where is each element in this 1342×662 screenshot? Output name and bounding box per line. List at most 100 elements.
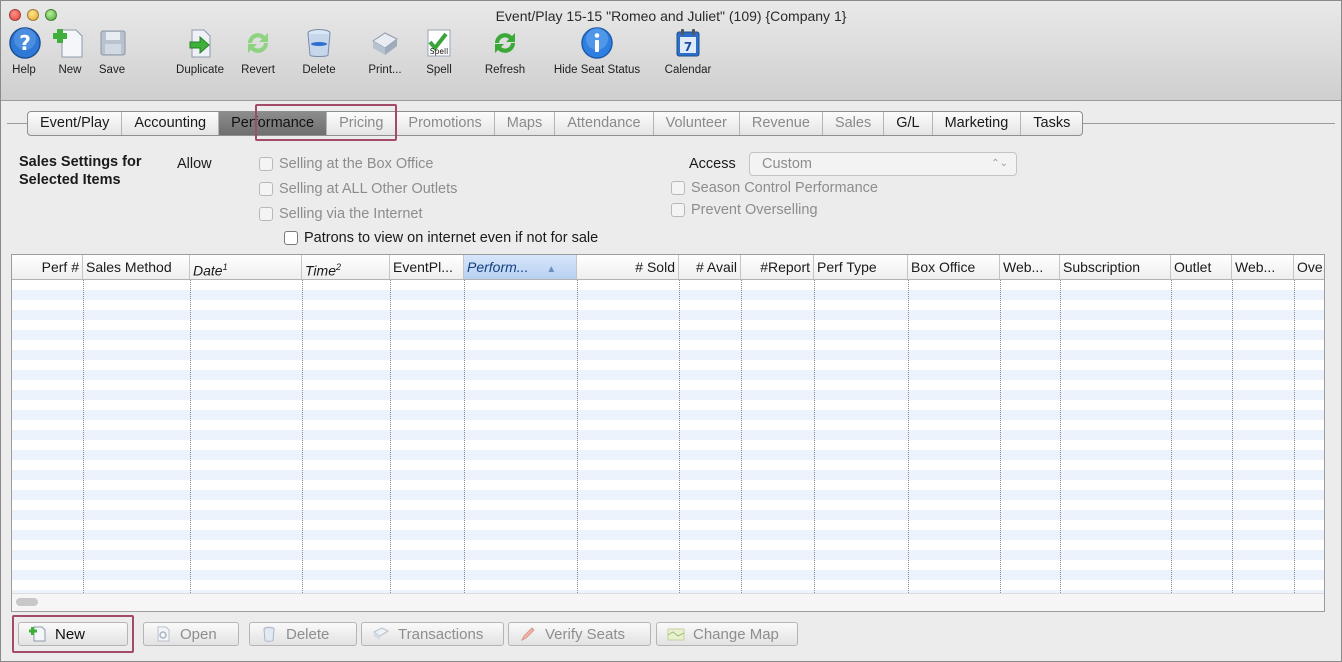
spellcheck-icon: Spell bbox=[427, 29, 451, 57]
col-sold[interactable]: # Sold bbox=[577, 255, 679, 279]
col-date[interactable]: Date1 bbox=[190, 255, 302, 279]
col-time-label: Time bbox=[305, 262, 336, 279]
tab-gl[interactable]: G/L bbox=[884, 112, 933, 135]
tab-tasks[interactable]: Tasks bbox=[1021, 112, 1082, 135]
delete-icon bbox=[263, 626, 275, 642]
calendar-badge: 7 bbox=[684, 40, 692, 54]
allow-label: Allow bbox=[177, 156, 212, 172]
checkbox-label: Selling at the Box Office bbox=[279, 156, 434, 172]
calendar-toolbar-button[interactable]: 7 Calendar bbox=[659, 25, 717, 76]
col-perf-type[interactable]: Perf Type bbox=[814, 255, 908, 279]
col-report[interactable]: #Report bbox=[741, 255, 814, 279]
col-date-sup: 1 bbox=[222, 262, 228, 272]
tab-volunteer[interactable]: Volunteer bbox=[654, 112, 740, 135]
prevent-overselling-checkbox[interactable]: Prevent Overselling bbox=[671, 202, 818, 218]
column-divider bbox=[679, 280, 680, 593]
tab-event-play[interactable]: Event/Play bbox=[28, 112, 123, 135]
col-avail[interactable]: # Avail bbox=[679, 255, 741, 279]
table-body[interactable] bbox=[12, 280, 1324, 611]
col-time[interactable]: Time2 bbox=[302, 255, 390, 279]
svg-text:?: ? bbox=[19, 31, 31, 55]
tab-attendance[interactable]: Attendance bbox=[555, 112, 654, 135]
selling-other-outlets-checkbox[interactable]: Selling at ALL Other Outlets bbox=[259, 181, 457, 197]
print-toolbar-button[interactable]: Print... bbox=[365, 25, 405, 76]
transactions-icon bbox=[373, 627, 390, 640]
tab-revenue[interactable]: Revenue bbox=[740, 112, 823, 135]
col-eventplay[interactable]: EventPl... bbox=[390, 255, 464, 279]
tab-marketing[interactable]: Marketing bbox=[933, 112, 1022, 135]
checkbox-box bbox=[259, 157, 273, 171]
col-web-1[interactable]: Web... bbox=[1000, 255, 1060, 279]
tab-accounting[interactable]: Accounting bbox=[122, 112, 220, 135]
refresh-toolbar-button[interactable]: Refresh bbox=[477, 25, 533, 76]
button-label: Delete bbox=[286, 625, 330, 643]
table-header: Perf # Sales Method Date1 Time2 EventPl.… bbox=[12, 255, 1324, 280]
column-divider bbox=[1060, 280, 1061, 593]
checkbox-label: Selling via the Internet bbox=[279, 206, 423, 222]
checkbox-box bbox=[671, 203, 685, 217]
checkbox-box bbox=[671, 181, 685, 195]
checkbox-label: Patrons to view on internet even if not … bbox=[304, 230, 599, 246]
col-perf-number[interactable]: Perf # bbox=[12, 255, 83, 279]
delete-button[interactable]: Delete bbox=[249, 622, 357, 646]
tab-maps[interactable]: Maps bbox=[495, 112, 556, 135]
tab-sales[interactable]: Sales bbox=[823, 112, 885, 135]
column-divider bbox=[577, 280, 578, 593]
checkbox-label: Prevent Overselling bbox=[691, 202, 818, 218]
access-select[interactable]: Custom ⌃⌄ bbox=[749, 152, 1017, 176]
column-divider bbox=[1000, 280, 1001, 593]
selling-box-office-checkbox[interactable]: Selling at the Box Office bbox=[259, 156, 434, 172]
select-arrows-icon: ⌃⌄ bbox=[991, 158, 1008, 169]
column-divider bbox=[1171, 280, 1172, 593]
transactions-button[interactable]: Transactions bbox=[361, 622, 504, 646]
access-label: Access bbox=[689, 156, 736, 172]
selling-internet-checkbox[interactable]: Selling via the Internet bbox=[259, 206, 422, 222]
column-divider bbox=[1232, 280, 1233, 593]
col-web-2[interactable]: Web... bbox=[1232, 255, 1294, 279]
column-divider bbox=[1294, 280, 1295, 593]
spell-badge: Spell bbox=[430, 47, 448, 56]
help-button[interactable]: ? Help bbox=[7, 25, 41, 76]
season-control-checkbox[interactable]: Season Control Performance bbox=[671, 180, 878, 196]
delete-toolbar-button[interactable]: Delete bbox=[297, 25, 341, 76]
column-divider bbox=[908, 280, 909, 593]
sales-settings-title: Sales Settings for Selected Items bbox=[19, 154, 142, 188]
col-sales-method[interactable]: Sales Method bbox=[83, 255, 190, 279]
column-divider bbox=[464, 280, 465, 593]
col-date-label: Date bbox=[193, 262, 223, 279]
col-box-office[interactable]: Box Office bbox=[908, 255, 1000, 279]
col-subscription[interactable]: Subscription bbox=[1060, 255, 1171, 279]
button-label: Change Map bbox=[693, 625, 779, 643]
col-performance[interactable]: Perform... ▲ bbox=[464, 255, 577, 279]
new-doc-icon bbox=[53, 29, 83, 58]
checkbox-box bbox=[259, 207, 273, 221]
tab-bar: Event/Play Accounting Performance Pricin… bbox=[27, 111, 1084, 136]
hide-seat-status-button[interactable]: Hide Seat Status bbox=[541, 25, 653, 76]
printer-icon bbox=[372, 32, 398, 55]
revert-toolbar-button[interactable]: Revert bbox=[238, 25, 278, 76]
scrollbar-thumb[interactable] bbox=[16, 598, 38, 606]
patrons-view-internet-checkbox[interactable]: Patrons to view on internet even if not … bbox=[284, 230, 598, 246]
save-toolbar-button[interactable]: Save bbox=[95, 25, 129, 76]
spell-toolbar-button[interactable]: Spell Spell bbox=[419, 25, 459, 76]
tab-pricing[interactable]: Pricing bbox=[327, 112, 397, 135]
horizontal-scrollbar[interactable] bbox=[12, 593, 1324, 611]
checkbox-box bbox=[259, 182, 273, 196]
verify-seats-button[interactable]: Verify Seats bbox=[508, 622, 651, 646]
revert-icon bbox=[248, 33, 268, 53]
new-performance-button[interactable]: New bbox=[18, 622, 128, 646]
refresh-icon bbox=[495, 33, 515, 53]
change-map-button[interactable]: Change Map bbox=[656, 622, 798, 646]
trash-icon bbox=[307, 29, 331, 57]
open-button[interactable]: Open bbox=[143, 622, 239, 646]
col-time-sup: 2 bbox=[336, 262, 342, 272]
performances-table[interactable]: Perf # Sales Method Date1 Time2 EventPl.… bbox=[11, 254, 1325, 612]
tab-performance[interactable]: Performance bbox=[219, 112, 328, 135]
tab-promotions[interactable]: Promotions bbox=[396, 112, 495, 135]
column-divider bbox=[814, 280, 815, 593]
new-toolbar-button[interactable]: New bbox=[53, 25, 87, 76]
duplicate-toolbar-button[interactable]: Duplicate bbox=[171, 25, 229, 76]
col-outlet[interactable]: Outlet bbox=[1171, 255, 1232, 279]
col-overselling[interactable]: Ove. bbox=[1294, 255, 1324, 279]
open-icon bbox=[157, 626, 170, 642]
